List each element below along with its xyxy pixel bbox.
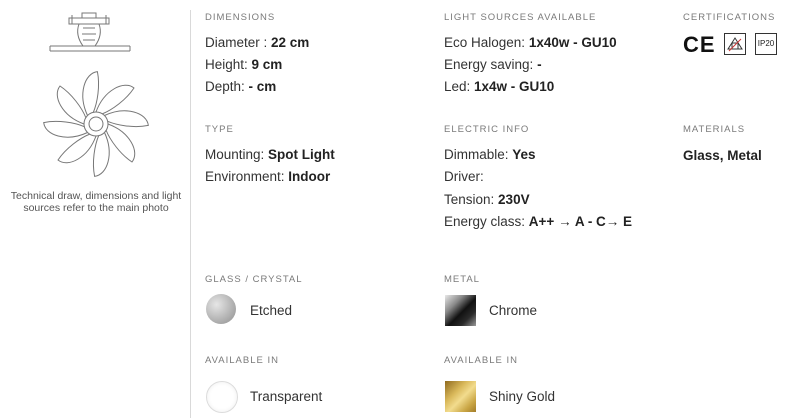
materials-value: Glass, Metal: [683, 148, 762, 163]
available-in-metal-heading: AVAILABLE IN: [444, 355, 518, 366]
etched-label: Etched: [250, 303, 293, 318]
ip20-badge: IP20: [755, 33, 777, 55]
class-ii-insulation-icon: [724, 33, 746, 55]
shiny-gold-label: Shiny Gold: [489, 389, 556, 404]
energy-class-row: Energy class: A++ → A - C→ E: [444, 214, 633, 229]
technical-drawing-panel: Technical draw, dimensions and light sou…: [0, 0, 190, 418]
chrome-label: Chrome: [489, 303, 538, 318]
top-view-drawing: [43, 71, 149, 177]
dimmable-row: Dimmable: Yes: [444, 147, 536, 162]
depth-row: Depth: - cm: [205, 79, 277, 94]
metal-heading: METAL: [444, 274, 480, 285]
energy-saving-row: Energy saving: -: [444, 57, 542, 72]
etched-swatch[interactable]: [206, 294, 236, 324]
ce-mark-icon: CE: [683, 32, 716, 57]
materials-heading: MATERIALS: [683, 124, 746, 135]
driver-row: Driver:: [444, 169, 484, 184]
dimensions-heading: DIMENSIONS: [205, 12, 276, 23]
side-view-drawing: [49, 12, 131, 52]
column-divider: [190, 10, 191, 418]
mounting-row: Mounting: Spot Light: [205, 147, 335, 162]
drawing-caption: Technical draw, dimensions and light sou…: [10, 190, 182, 214]
type-heading: TYPE: [205, 124, 234, 135]
shiny-gold-swatch[interactable]: [445, 381, 476, 412]
transparent-label: Transparent: [250, 389, 323, 404]
transparent-swatch[interactable]: [206, 381, 238, 413]
tension-row: Tension: 230V: [444, 192, 530, 207]
certifications-heading: CERTIFICATIONS: [683, 12, 776, 23]
chrome-swatch[interactable]: [445, 295, 476, 326]
diameter-row: Diameter : 22 cm: [205, 35, 310, 50]
light-sources-heading: LIGHT SOURCES AVAILABLE: [444, 12, 597, 23]
environment-row: Environment: Indoor: [205, 169, 331, 184]
electric-info-heading: ELECTRIC INFO: [444, 124, 530, 135]
led-row: Led: 1x4w - GU10: [444, 79, 555, 94]
glass-crystal-heading: GLASS / CRYSTAL: [205, 274, 303, 285]
height-row: Height: 9 cm: [205, 57, 283, 72]
eco-halogen-row: Eco Halogen: 1x40w - GU10: [444, 35, 617, 50]
available-in-glass-heading: AVAILABLE IN: [205, 355, 279, 366]
